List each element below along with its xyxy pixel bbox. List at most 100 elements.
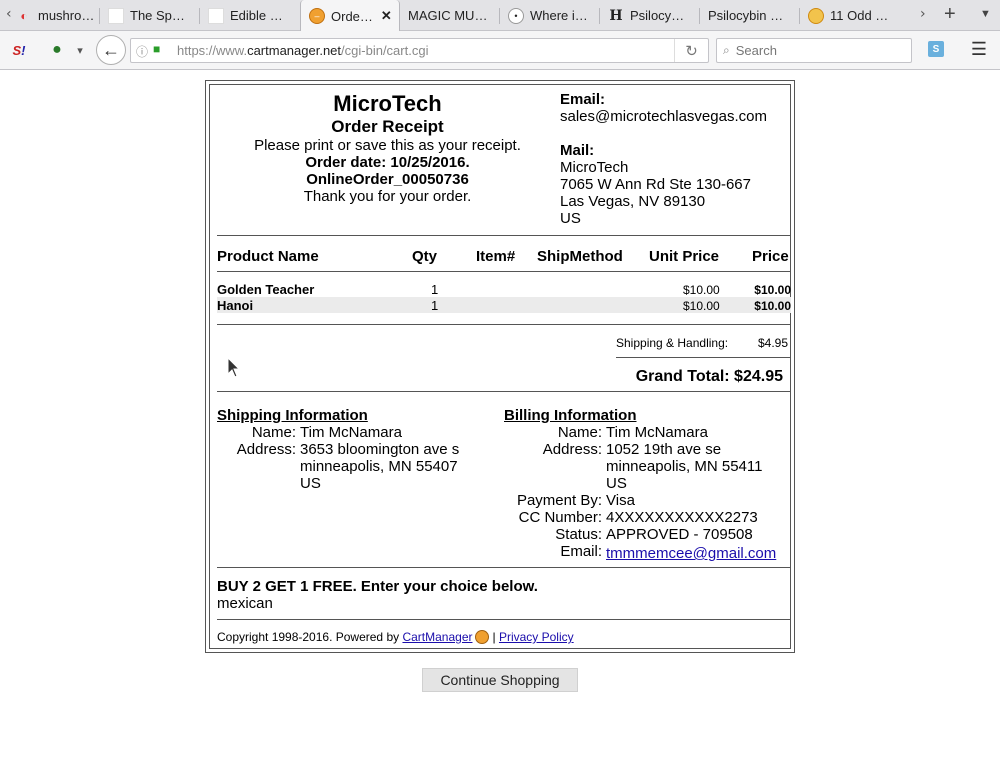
continue-shopping-button[interactable]: Continue Shopping — [422, 668, 578, 692]
divider — [217, 235, 791, 236]
shipping-value: $4.95 — [758, 336, 789, 350]
col-product-name: Product Name — [217, 248, 319, 265]
ship-name-label: Name: — [251, 424, 296, 441]
item-price: $10.00 — [754, 283, 791, 297]
tab-title: MAGIC MU… — [408, 8, 488, 23]
col-price: Price — [752, 248, 789, 265]
wikipedia-icon: H — [609, 7, 623, 24]
mail-line: 7065 W Ann Rd Ste 130-667 — [560, 176, 751, 193]
addon-icon[interactable]: S! — [8, 39, 30, 61]
cc-label: CC Number: — [518, 509, 602, 526]
payment-label: Payment By: — [516, 492, 602, 509]
chevron-down-icon[interactable]: ▼ — [980, 8, 991, 20]
col-unit-price: Unit Price — [649, 248, 720, 265]
payment-status: APPROVED - 709508 — [606, 526, 753, 543]
promo-choice: mexican — [217, 595, 273, 612]
addon-s-icon[interactable]: S — [928, 41, 944, 57]
table-row: Hanoi 1 $10.00 $10.00 — [217, 297, 791, 313]
extension-icon[interactable]: ● — [46, 39, 68, 61]
history-dropdown-icon[interactable]: ▾ — [72, 41, 88, 59]
close-tab-icon[interactable]: ✕ — [381, 8, 392, 24]
ship-address-line: minneapolis, MN 55407 — [300, 458, 458, 475]
mail-line: MicroTech — [560, 159, 629, 176]
hamburger-menu-icon[interactable]: ☰ — [970, 39, 988, 59]
ship-address-line: 3653 bloomington ave s — [300, 441, 460, 458]
grand-total: Grand Total: $24.95 — [635, 368, 783, 385]
tab-active[interactable]: – Orde… ✕ — [300, 0, 400, 32]
cartmanager-link[interactable]: CartManager — [402, 630, 472, 644]
lock-icon: ■ — [153, 42, 161, 56]
scroll-tabs-right-icon[interactable]: › — [920, 6, 926, 22]
tab-1[interactable]: ◐ mushro… — [0, 0, 100, 31]
mail-line: US — [560, 210, 581, 227]
search-placeholder: Search — [735, 43, 777, 58]
item-name: Golden Teacher — [217, 282, 315, 297]
tab-8[interactable]: Psilocybin … — [700, 0, 800, 31]
tab-7[interactable]: H Psilocy… — [600, 0, 700, 31]
tab-3[interactable]: Edible … — [200, 0, 300, 31]
back-arrow-icon: ← — [102, 39, 120, 60]
info-icon[interactable]: ⓘ — [136, 43, 148, 60]
privacy-policy-link[interactable]: Privacy Policy — [499, 630, 574, 644]
divider — [217, 619, 791, 620]
tab-9[interactable]: 11 Odd … — [800, 0, 910, 31]
url-bar[interactable]: ⓘ ■ https://www. cartmanager.net/cgi-bin/… — [130, 38, 709, 63]
divider — [616, 357, 791, 358]
bill-address-line: US — [606, 475, 627, 492]
tab-title: Orde… — [331, 8, 373, 24]
status-label: Status: — [555, 526, 602, 543]
item-price: $10.00 — [754, 299, 791, 313]
divider — [217, 391, 791, 392]
reload-icon[interactable]: ↻ — [674, 39, 708, 62]
table-row: Golden Teacher 1 $10.00 $10.00 — [217, 281, 791, 297]
tab-title: Psilocy… — [630, 8, 685, 23]
ship-address-label: Address: — [236, 441, 296, 458]
url-path: /cgi-bin/cart.cgi — [341, 43, 429, 58]
cartmanager-logo-icon — [475, 630, 490, 644]
cc-number: 4XXXXXXXXXXX2273 — [606, 509, 758, 526]
bill-address-line: minneapolis, MN 55411 — [606, 458, 763, 475]
bill-name: Tim McNamara — [606, 424, 708, 441]
tab-title: 11 Odd … — [830, 8, 889, 23]
email-label: Email: — [560, 91, 606, 108]
divider — [217, 324, 791, 325]
cartmanager-icon: – — [309, 8, 325, 24]
url-prefix: https://www. — [177, 43, 248, 58]
tab-strip: ‹ ◐ mushro… The Sp… Edible … – Orde… ✕ M… — [0, 0, 1000, 32]
col-qty: Qty — [412, 248, 438, 265]
search-icon: ⌕ — [723, 43, 730, 57]
receipt-inner: MicroTech Order Receipt Please print or … — [209, 84, 791, 649]
receipt-subtitle: Order Receipt — [331, 117, 444, 136]
search-input[interactable]: ⌕ Search — [716, 38, 912, 63]
tab-2[interactable]: The Sp… — [100, 0, 200, 31]
copyright-text: Copyright 1998-2016. Powered by — [217, 630, 403, 644]
customer-email-link[interactable]: tmmmemcee@gmail.com — [606, 545, 776, 562]
col-shipmethod: ShipMethod — [537, 248, 623, 265]
blank-page-icon — [208, 7, 224, 24]
bill-address-label: Address: — [542, 441, 602, 458]
nav-bar: S! ● ▾ ← ⓘ ■ https://www. cartmanager.net… — [0, 31, 1000, 70]
tab-title: The Sp… — [130, 8, 185, 23]
payment-method: Visa — [606, 492, 635, 509]
order-id: OnlineOrder_00050736 — [306, 171, 469, 188]
shipping-info-heading: Shipping Information — [217, 407, 368, 424]
billing-info-heading: Billing Information — [504, 407, 637, 424]
item-unit-price: $10.00 — [683, 283, 720, 297]
footer: Copyright 1998-2016. Powered by CartMana… — [217, 630, 574, 644]
item-qty: 1 — [431, 298, 439, 313]
new-tab-icon[interactable]: + — [944, 3, 956, 26]
tab-title: Where i… — [530, 8, 588, 23]
merchant-contact: Email: sales@microtechlasvegas.com Mail:… — [560, 91, 790, 227]
pocket-icon: ◐ — [20, 8, 28, 23]
divider — [217, 567, 791, 568]
url-host: cartmanager.net — [247, 43, 342, 58]
company-name: MicroTech — [333, 91, 442, 116]
tab-title: Edible … — [230, 8, 283, 23]
reddit-icon: • — [508, 7, 524, 24]
tab-5[interactable]: MAGIC MU… — [400, 0, 500, 31]
back-button[interactable]: ← — [96, 35, 126, 65]
tab-6[interactable]: • Where i… — [500, 0, 600, 31]
receipt-frame: MicroTech Order Receipt Please print or … — [205, 80, 795, 653]
receipt-header: MicroTech Order Receipt Please print or … — [220, 91, 555, 205]
tab-title: Psilocybin … — [708, 8, 784, 23]
